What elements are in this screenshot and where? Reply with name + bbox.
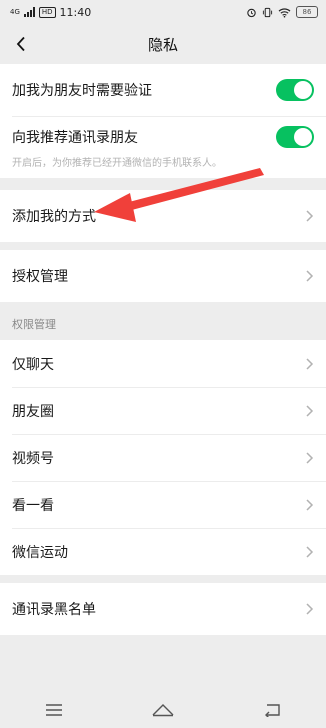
home-key[interactable] (143, 698, 183, 722)
permission-item-top-stories[interactable]: 看一看 (0, 481, 326, 528)
chevron-right-icon (306, 451, 314, 464)
authorization-label: 授权管理 (12, 269, 68, 285)
chevron-right-icon (306, 404, 314, 417)
nav-bar: 隐私 (0, 24, 326, 64)
home-icon (152, 704, 174, 717)
permissions-section-title: 权限管理 (12, 318, 56, 331)
return-icon (264, 704, 280, 717)
chevron-right-icon (306, 210, 314, 222)
permission-item-moments[interactable]: 朋友圈 (0, 387, 326, 434)
add-me-label: 添加我的方式 (12, 209, 96, 225)
authorization-group: 授权管理 (0, 250, 326, 302)
permission-item-label: 朋友圈 (12, 403, 54, 420)
network-type: 4G (10, 8, 20, 16)
permission-item-label: 仅聊天 (12, 356, 54, 373)
signal-icon (23, 7, 35, 17)
back-button[interactable] (8, 31, 34, 57)
recommend-hint: 开启后，为你推荐已经开通微信的手机联系人。 (12, 157, 222, 169)
system-nav-bar (0, 692, 326, 728)
status-time: 11:40 (59, 5, 92, 19)
chevron-right-icon (306, 498, 314, 511)
friend-verify-toggle[interactable] (276, 79, 314, 101)
permission-item-chat-only[interactable]: 仅聊天 (0, 340, 326, 387)
add-me-group: 添加我的方式 (0, 190, 326, 242)
hd-badge: HD (38, 6, 56, 18)
toggle-knob (294, 81, 312, 99)
toggle-knob (294, 127, 312, 146)
page-title: 隐私 (147, 35, 178, 54)
add-me-row[interactable]: 添加我的方式 (0, 190, 326, 242)
battery-indicator: 86 (296, 6, 318, 18)
menu-key[interactable] (34, 698, 74, 722)
permission-item-label: 视频号 (12, 450, 54, 467)
chevron-right-icon (306, 270, 314, 282)
vibrate-icon (262, 7, 273, 17)
wifi-icon (278, 7, 291, 18)
verification-group: 加我为朋友时需要验证 向我推荐通讯录朋友 开启后，为你推荐已经开通微信的手机联系… (0, 64, 326, 178)
recommend-contacts-row: 向我推荐通讯录朋友 开启后，为你推荐已经开通微信的手机联系人。 (0, 116, 326, 178)
friend-verify-row: 加我为朋友时需要验证 (0, 64, 326, 116)
permission-item-label: 看一看 (12, 497, 54, 514)
chevron-right-icon (306, 603, 314, 615)
chevron-right-icon (306, 545, 314, 558)
menu-icon (46, 704, 63, 716)
permission-item-label: 微信运动 (12, 544, 68, 561)
alarm-icon (247, 8, 256, 17)
permission-item-werun[interactable]: 微信运动 (0, 528, 326, 575)
permission-item-channels[interactable]: 视频号 (0, 434, 326, 481)
chevron-left-icon (16, 36, 25, 52)
back-key[interactable] (252, 698, 292, 722)
blacklist-label: 通讯录黑名单 (12, 602, 96, 618)
friend-verify-label: 加我为朋友时需要验证 (12, 83, 152, 99)
blacklist-row[interactable]: 通讯录黑名单 (0, 583, 326, 635)
authorization-row[interactable]: 授权管理 (0, 250, 326, 302)
chevron-right-icon (306, 357, 314, 370)
status-bar: 4G HD 11:40 86 (0, 0, 326, 24)
permissions-group: 仅聊天 朋友圈 视频号 看一看 微信运动 (0, 340, 326, 575)
recommend-contacts-label: 向我推荐通讯录朋友 (12, 129, 138, 146)
recommend-contacts-toggle[interactable] (276, 125, 314, 148)
blacklist-group: 通讯录黑名单 (0, 583, 326, 635)
